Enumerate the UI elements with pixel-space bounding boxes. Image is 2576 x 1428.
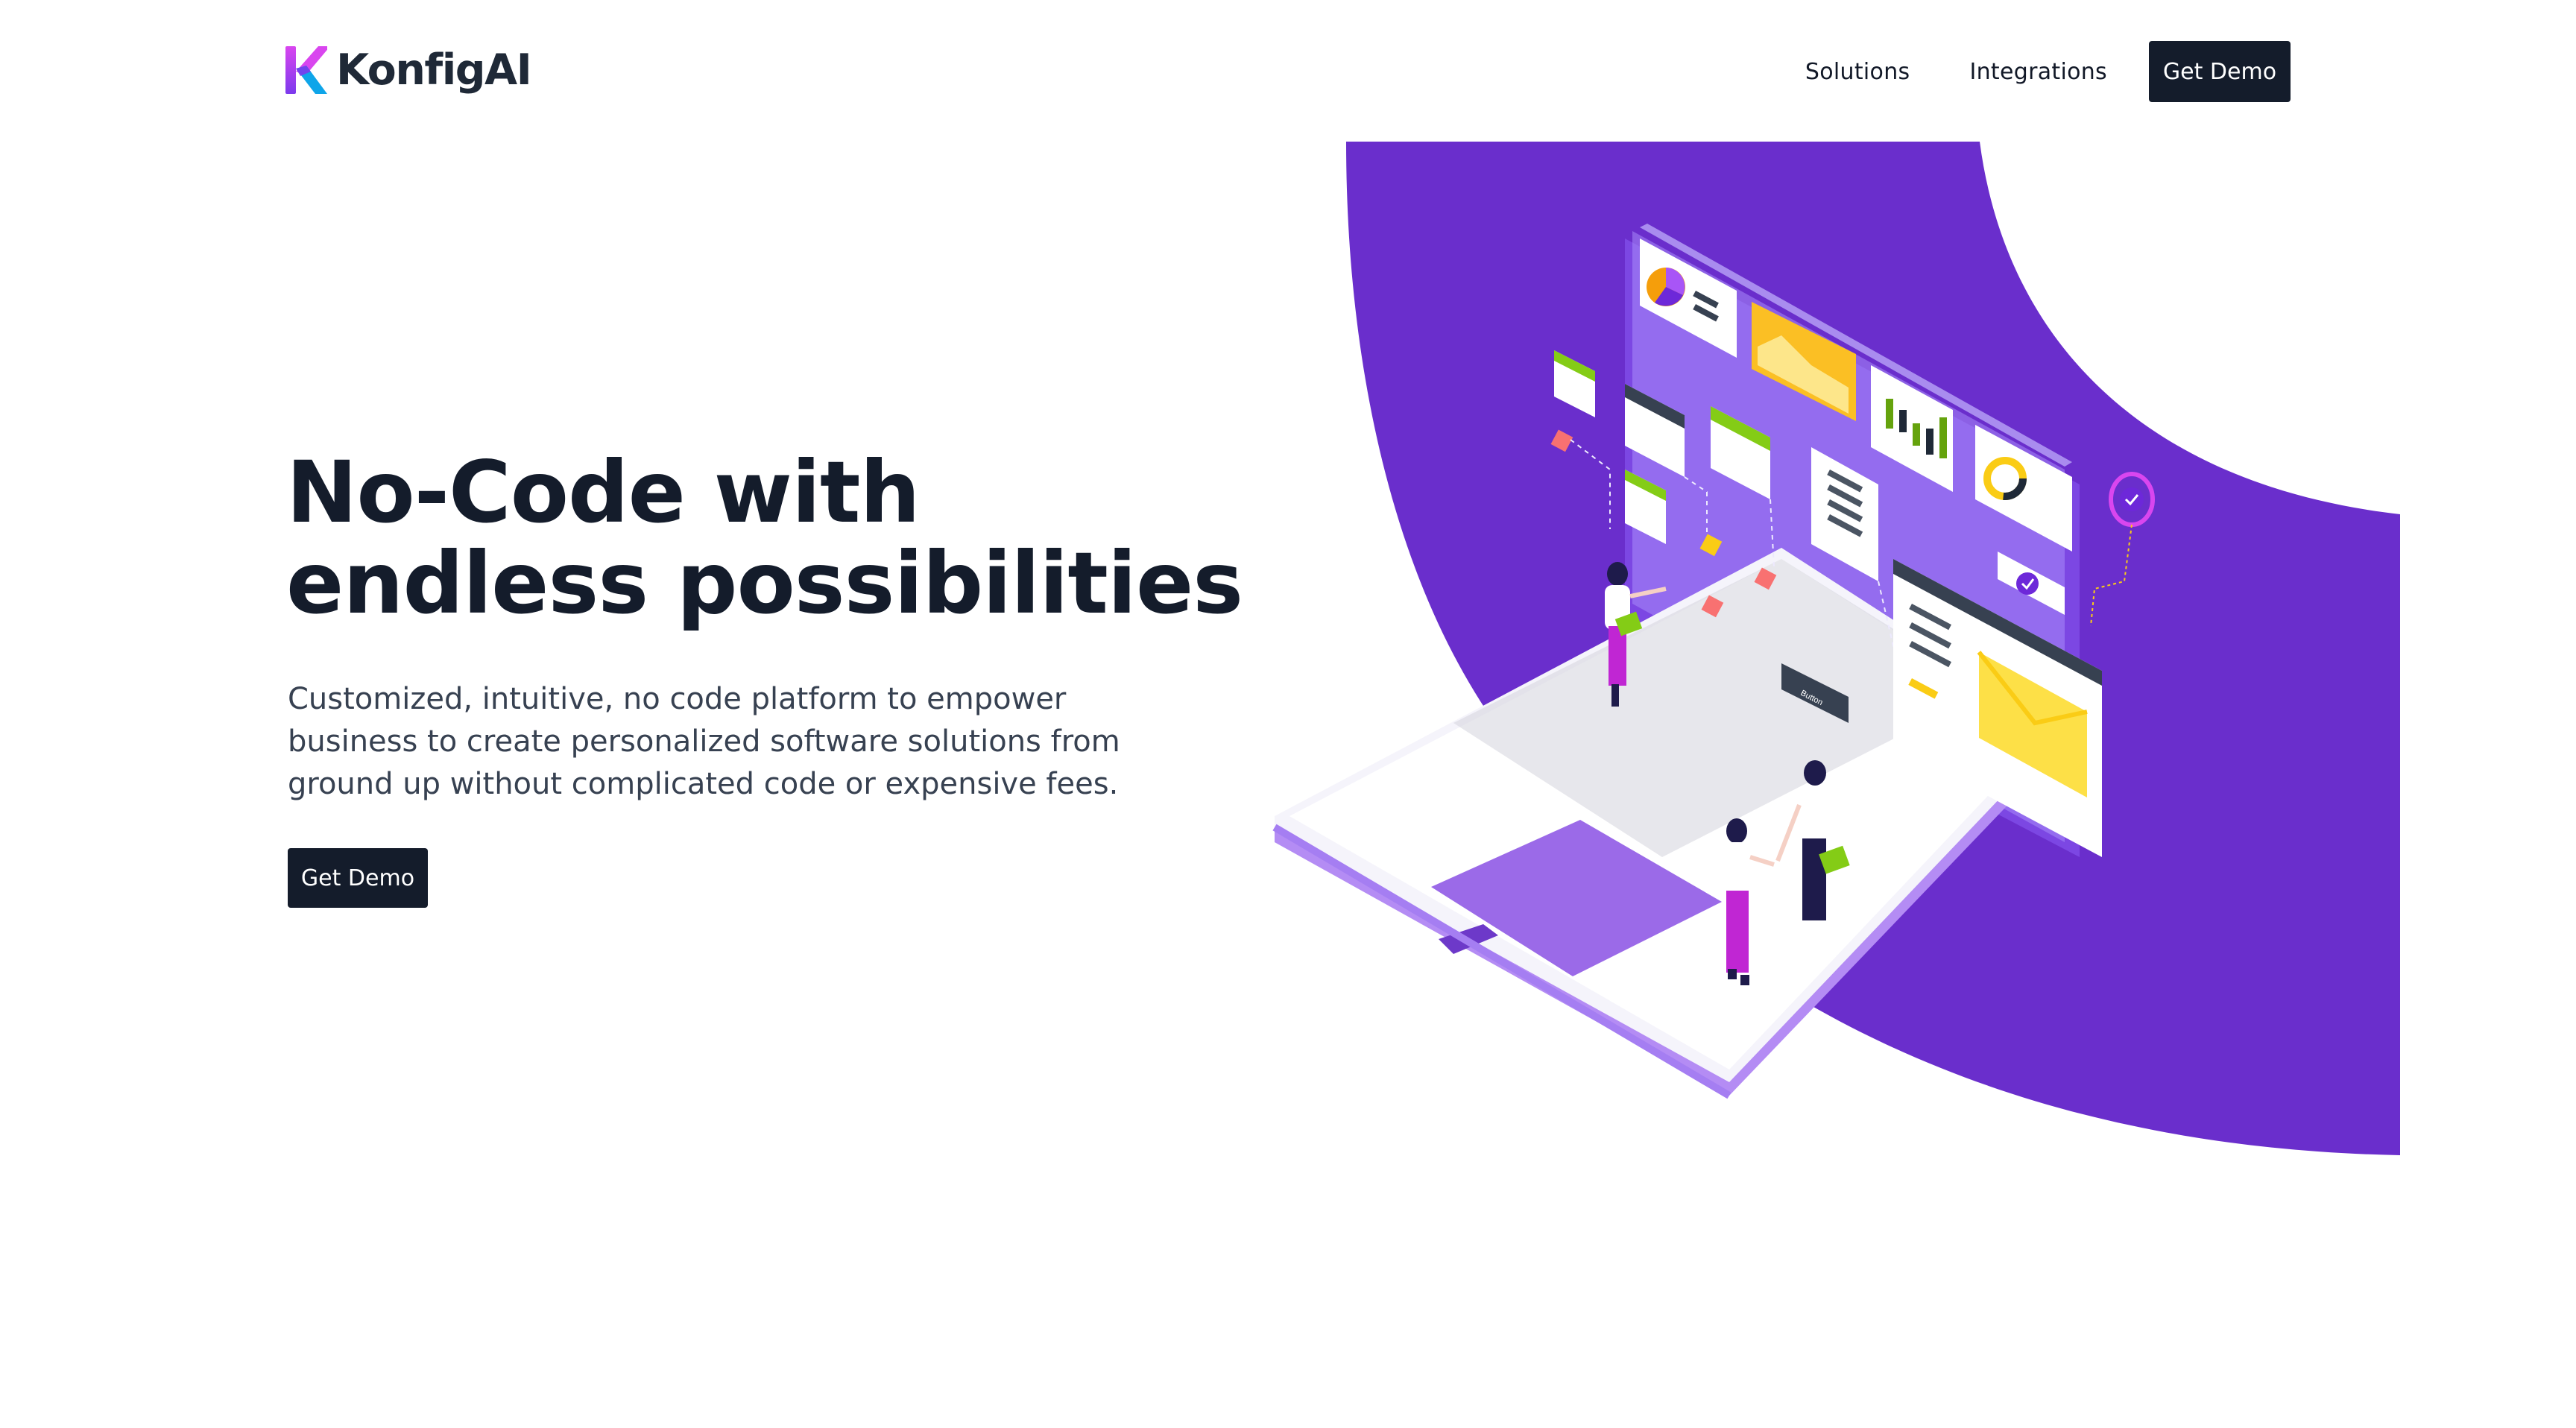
landing-page: KonfigAI Solutions Integrations Get Demo… — [0, 0, 2576, 1428]
laptop-illustration: Button — [1272, 142, 2400, 1155]
nav-link-integrations[interactable]: Integrations — [1969, 59, 2107, 85]
header-get-demo-button[interactable]: Get Demo — [2149, 41, 2291, 102]
main-nav: Solutions Integrations Get Demo — [1805, 41, 2291, 102]
hero-description: Customized, intuitive, no code platform … — [288, 682, 1120, 801]
site-header: KonfigAI Solutions Integrations Get Demo — [0, 0, 2576, 142]
nav-link-solutions[interactable]: Solutions — [1805, 59, 1910, 85]
hero-title-line-2: endless possibilities — [286, 534, 1243, 633]
hero-title-line-1: No-Code with — [286, 443, 921, 542]
brand-logo[interactable]: KonfigAI — [285, 43, 532, 97]
hero-illustration: Button — [1260, 142, 2400, 1155]
hero-get-demo-button[interactable]: Get Demo — [288, 848, 428, 908]
hero-title: No-Code with endless possibilities — [286, 447, 1255, 629]
konfig-logo-icon — [285, 46, 327, 94]
brand-name: KonfigAI — [336, 45, 532, 95]
